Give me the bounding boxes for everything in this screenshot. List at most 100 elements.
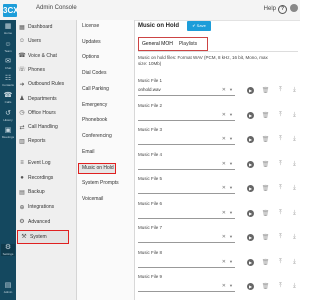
play-icon[interactable]: ▶ (247, 136, 254, 143)
tab-playlists[interactable]: Playlists (179, 41, 197, 47)
download-icon[interactable]: ⤓ (291, 234, 298, 241)
delete-icon[interactable]: 🗑 (262, 234, 270, 241)
left-menu-item[interactable]: ● Recordings (16, 172, 76, 184)
left-menu-item[interactable]: ⚒ System (17, 229, 69, 244)
submenu-item[interactable]: License (82, 23, 132, 29)
chevron-down-icon[interactable]: ▼ (229, 160, 233, 168)
rail-item-7[interactable]: ⚙ Settings (1, 244, 15, 256)
submenu-item[interactable]: Conferencing (82, 133, 132, 139)
rail-item-3[interactable]: ☷ Contacts (1, 75, 15, 87)
submenu-item[interactable]: Email (82, 149, 132, 155)
save-button[interactable]: ✔ Save (187, 21, 211, 31)
left-menu-item[interactable]: ♟ Departments (16, 93, 76, 105)
rail-item-6[interactable]: ▣ Meetings (1, 127, 15, 139)
music-file-select[interactable]: onhold.wav ✕ ▼ (138, 86, 235, 96)
download-icon[interactable]: ⤓ (291, 259, 298, 266)
left-menu-item[interactable]: ➜ Outbound Rules (16, 78, 76, 90)
left-menu-item[interactable]: ☺ Users (16, 35, 76, 47)
app-logo[interactable]: 3CX (3, 3, 19, 17)
download-icon[interactable]: ⤓ (291, 161, 298, 168)
upload-icon[interactable]: ⤒ (277, 185, 284, 192)
rail-item-4[interactable]: ☎ Calls (1, 92, 15, 104)
play-icon[interactable]: ▶ (247, 185, 254, 192)
delete-icon[interactable]: 🗑 (262, 161, 270, 168)
left-menu-item[interactable]: ⊕ Integrations (16, 201, 76, 213)
left-menu-item[interactable]: ▦ Dashboard (16, 21, 76, 33)
clear-icon[interactable]: ✕ (222, 86, 226, 94)
rail-item-8[interactable]: ▤ Admin (1, 282, 15, 294)
play-icon[interactable]: ▶ (247, 258, 254, 266)
upload-icon[interactable]: ⤒ (277, 283, 284, 290)
left-menu-item[interactable]: ≡ Event Log (16, 157, 76, 169)
music-file-select[interactable]: ✕ ▼ (138, 282, 235, 292)
upload-icon[interactable]: ⤒ (277, 136, 284, 143)
delete-icon[interactable]: 🗑 (262, 112, 270, 119)
clear-icon[interactable]: ✕ (222, 282, 226, 290)
submenu-item[interactable]: Phonebook (82, 117, 132, 123)
left-menu-item[interactable]: ⚙ Advanced (16, 216, 76, 228)
clear-icon[interactable]: ✕ (222, 209, 226, 217)
left-menu-item[interactable]: ▤ Backup (16, 186, 76, 198)
left-menu-item[interactable]: ☎ Voice & Chat (16, 50, 76, 62)
left-menu-item[interactable]: ◷ Office Hours (16, 107, 76, 119)
music-file-select[interactable]: ✕ ▼ (138, 233, 235, 243)
chevron-down-icon[interactable]: ▼ (229, 282, 233, 290)
submenu-item[interactable]: Voicemail (82, 196, 132, 202)
play-icon[interactable]: ▶ (247, 160, 254, 168)
chevron-down-icon[interactable]: ▼ (229, 258, 233, 266)
play-icon[interactable]: ▶ (247, 209, 254, 217)
upload-icon[interactable]: ⤒ (277, 87, 284, 94)
chevron-down-icon[interactable]: ▼ (229, 209, 233, 217)
play-icon[interactable]: ▶ (247, 283, 254, 290)
download-icon[interactable]: ⤓ (291, 87, 298, 94)
submenu-item[interactable]: Updates (82, 39, 132, 45)
chevron-down-icon[interactable]: ▼ (229, 135, 233, 143)
left-menu-item[interactable]: ▥ Reports (16, 135, 76, 147)
submenu-item[interactable]: Music on Hold (78, 163, 116, 175)
clear-icon[interactable]: ✕ (222, 135, 226, 143)
chevron-down-icon[interactable]: ▼ (229, 86, 233, 94)
delete-icon[interactable]: 🗑 (262, 185, 270, 192)
chevron-down-icon[interactable]: ▼ (229, 184, 233, 192)
submenu-item[interactable]: Options (82, 54, 132, 60)
upload-icon[interactable]: ⤒ (277, 259, 284, 266)
upload-icon[interactable]: ⤒ (277, 210, 284, 217)
left-menu-item[interactable]: ⇄ Call Handling (16, 121, 76, 133)
music-file-select[interactable]: ✕ ▼ (138, 208, 235, 219)
music-file-select[interactable]: ✕ ▼ (138, 159, 235, 170)
rail-item-0[interactable]: ▦ Home (1, 23, 15, 35)
play-icon[interactable]: ▶ (247, 111, 254, 119)
user-avatar[interactable] (290, 4, 298, 12)
left-menu-item[interactable]: ☏ Phones (16, 64, 76, 76)
download-icon[interactable]: ⤓ (291, 185, 298, 192)
delete-icon[interactable]: 🗑 (262, 87, 270, 94)
rail-item-2[interactable]: ✉ Chat (1, 58, 15, 70)
download-icon[interactable]: ⤓ (291, 136, 298, 143)
rail-item-1[interactable]: ☺ Team (1, 41, 15, 53)
delete-icon[interactable]: 🗑 (262, 210, 270, 217)
submenu-item[interactable]: System Prompts (82, 180, 132, 186)
clear-icon[interactable]: ✕ (222, 184, 226, 192)
delete-icon[interactable]: 🗑 (262, 283, 270, 290)
delete-icon[interactable]: 🗑 (262, 136, 270, 143)
help-link[interactable]: Help? (264, 5, 287, 14)
chevron-down-icon[interactable]: ▼ (229, 233, 233, 241)
delete-icon[interactable]: 🗑 (262, 259, 270, 266)
download-icon[interactable]: ⤓ (291, 283, 298, 290)
upload-icon[interactable]: ⤒ (277, 234, 284, 241)
clear-icon[interactable]: ✕ (222, 111, 226, 119)
play-icon[interactable]: ▶ (247, 87, 254, 94)
chevron-down-icon[interactable]: ▼ (229, 111, 233, 119)
tab-general-moh[interactable]: General MOH (142, 41, 173, 47)
clear-icon[interactable]: ✕ (222, 258, 226, 266)
submenu-item[interactable]: Dial Codes (82, 70, 132, 76)
clear-icon[interactable]: ✕ (222, 233, 226, 241)
play-icon[interactable]: ▶ (247, 234, 254, 241)
submenu-item[interactable]: Emergency (82, 102, 132, 108)
rail-item-5[interactable]: ↺ History (1, 110, 15, 122)
clear-icon[interactable]: ✕ (222, 160, 226, 168)
upload-icon[interactable]: ⤒ (277, 112, 284, 119)
music-file-select[interactable]: ✕ ▼ (138, 110, 235, 121)
submenu-item[interactable]: Call Parking (82, 86, 132, 92)
upload-icon[interactable]: ⤒ (277, 161, 284, 168)
